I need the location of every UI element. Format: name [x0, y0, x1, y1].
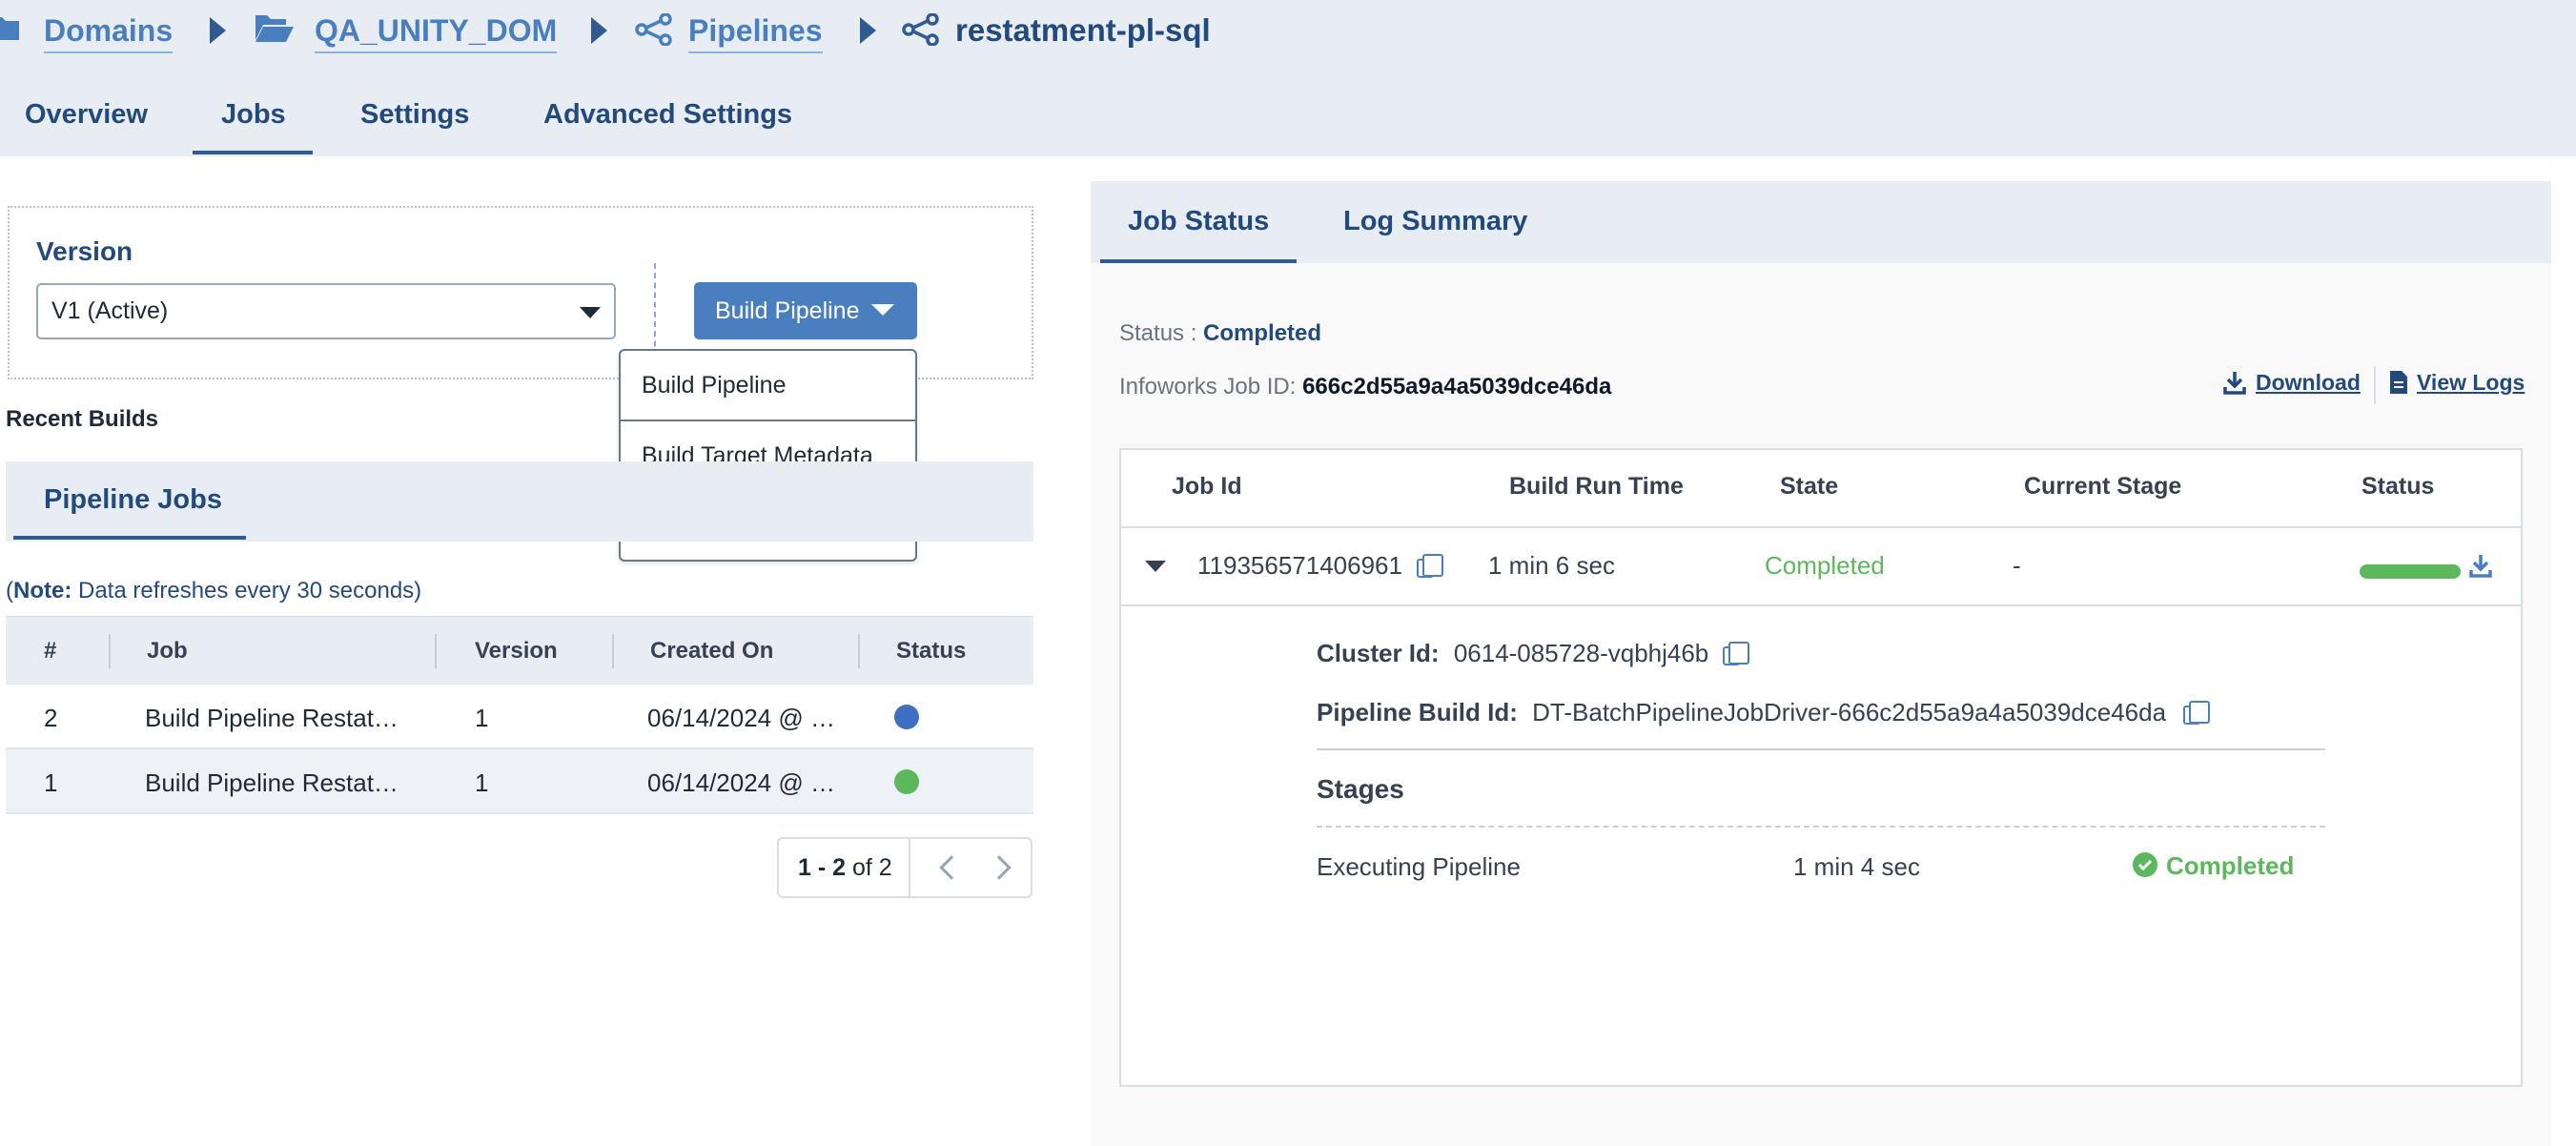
chevron-right-icon[interactable]: [987, 855, 1012, 880]
tab-log-summary[interactable]: Log Summary: [1343, 206, 1527, 237]
active-tab-indicator: [1100, 259, 1297, 263]
breadcrumb-separator: [591, 17, 607, 44]
table-header: # Job Version Created On Status: [6, 616, 1033, 685]
folder-open-icon: [256, 15, 294, 42]
caret-down-icon: [580, 307, 601, 318]
breadcrumb-separator: [860, 17, 876, 44]
breadcrumb-current: restatment-pl-sql: [955, 12, 1211, 48]
status-dot: [894, 705, 919, 729]
row-version: 1: [475, 768, 489, 797]
active-tab-indicator: [193, 151, 313, 154]
pipeline-build-id: Pipeline Build Id: DT-BatchPipelineJobDr…: [1317, 698, 2167, 726]
recent-builds-label: Recent Builds: [6, 406, 159, 432]
table-row[interactable]: 2 Build Pipeline Restat… 1 06/14/2024 @ …: [6, 685, 1033, 749]
column-header[interactable]: Job: [147, 638, 188, 665]
breadcrumb-separator: [210, 17, 226, 44]
column-divider: [435, 634, 437, 668]
tab-job-status[interactable]: Job Status: [1128, 206, 1269, 237]
column-header: #: [44, 638, 57, 664]
row-created-on: 06/14/2024 @ …: [647, 704, 835, 732]
breadcrumb-domain[interactable]: QA_UNITY_DOM: [315, 11, 558, 53]
row-created-on: 06/14/2024 @ …: [647, 768, 835, 797]
tab-overview[interactable]: Overview: [25, 99, 148, 131]
version-label: Version: [36, 236, 133, 266]
current-stage: -: [2013, 551, 2021, 580]
chevron-left-icon[interactable]: [939, 855, 964, 880]
right-tabbar: [1091, 181, 2551, 263]
note-label: Note:: [13, 578, 72, 604]
download-icon[interactable]: [2223, 370, 2246, 395]
cluster-id-value: 0614-085728-vqbhj46b: [1453, 639, 1709, 667]
infoworks-job-id: Infoworks Job ID: 666c2d55a9a4a5039dce46…: [1119, 374, 1612, 399]
pipeline-build-id-value: DT-BatchPipelineJobDriver-666c2d55a9a4a5…: [1532, 698, 2167, 726]
file-icon[interactable]: [2389, 370, 2408, 395]
row-divider: [1121, 604, 2521, 606]
details-divider: [1317, 748, 2325, 750]
row-job: Build Pipeline Restat…: [145, 768, 399, 797]
check-circle-icon: [2133, 852, 2157, 877]
job-progress-bar: [2360, 564, 2461, 579]
active-tab-indicator: [13, 536, 246, 540]
build-pipeline-label: Build Pipeline: [715, 297, 860, 324]
collapse-caret-icon[interactable]: [1145, 561, 1166, 572]
pagination-info: 1 - 2 of 2: [798, 854, 892, 881]
job-status-line: Status : Completed: [1119, 320, 1322, 346]
tab-advanced-settings[interactable]: Advanced Settings: [543, 99, 792, 131]
tab-pipeline-jobs[interactable]: Pipeline Jobs: [44, 484, 222, 516]
status-dot: [894, 769, 919, 794]
breadcrumb-domains[interactable]: Domains: [44, 11, 174, 53]
job-id: 119356571406961: [1197, 551, 1402, 580]
row-version: 1: [475, 704, 489, 732]
tab-jobs[interactable]: Jobs: [221, 99, 286, 131]
pagination-divider: [909, 839, 910, 896]
copy-icon[interactable]: [2183, 701, 2210, 725]
breadcrumb-pipelines[interactable]: Pipelines: [688, 11, 823, 53]
column-header: Job Id: [1172, 473, 1242, 500]
version-select[interactable]: V1 (Active): [36, 283, 616, 339]
job-status-card: [1119, 448, 2523, 1087]
pipeline-icon: [902, 13, 939, 46]
version-selected-value: V1 (Active): [51, 297, 169, 324]
job-status-value: Completed: [1203, 320, 1322, 346]
row-number: 2: [44, 704, 58, 732]
note-text: Data refreshes every 30 seconds): [72, 578, 422, 604]
row-job: Build Pipeline Restat…: [145, 704, 399, 732]
header-divider: [1121, 526, 2521, 528]
folder-icon: [0, 17, 19, 40]
job-id-value: 666c2d55a9a4a5039dce46da: [1302, 374, 1612, 399]
view-logs-link[interactable]: View Logs: [2417, 370, 2525, 396]
caret-down-icon: [871, 304, 894, 316]
column-header: Build Run Time: [1509, 473, 1684, 500]
column-header[interactable]: Version: [475, 638, 558, 665]
link-divider: [2374, 366, 2376, 404]
build-run-time: 1 min 6 sec: [1488, 551, 1615, 580]
stage-time: 1 min 4 sec: [1793, 852, 1920, 881]
column-header: State: [1780, 473, 1839, 500]
column-header[interactable]: Status: [896, 638, 966, 665]
tab-settings[interactable]: Settings: [360, 99, 469, 131]
column-header[interactable]: Created On: [650, 638, 773, 665]
stage-name: Executing Pipeline: [1317, 852, 1521, 881]
pipeline-icon: [635, 13, 672, 46]
cluster-id: Cluster Id: 0614-085728-vqbhj46b: [1317, 639, 1709, 667]
download-link[interactable]: Download: [2256, 370, 2361, 396]
menu-item-build-pipeline[interactable]: Build Pipeline: [621, 351, 915, 420]
pagination: 1 - 2 of 2: [777, 837, 1032, 898]
stages-heading: Stages: [1317, 774, 1404, 804]
table-row[interactable]: 1 Build Pipeline Restat… 1 06/14/2024 @ …: [6, 749, 1033, 814]
row-number: 1: [44, 768, 58, 797]
job-state: Completed: [1765, 551, 1885, 580]
column-divider: [612, 634, 614, 668]
stages-divider: [1317, 826, 2325, 828]
download-icon[interactable]: [2469, 553, 2492, 578]
column-header: Current Stage: [2024, 473, 2182, 500]
stage-status: Completed: [2166, 851, 2295, 880]
column-header: Status: [2361, 473, 2435, 500]
build-pipeline-button[interactable]: Build Pipeline: [694, 282, 917, 339]
column-divider: [858, 634, 860, 668]
column-divider: [109, 634, 111, 668]
refresh-note: (Note: Data refreshes every 30 seconds): [6, 578, 422, 604]
copy-icon[interactable]: [1723, 642, 1749, 665]
copy-icon[interactable]: [1417, 554, 1443, 578]
